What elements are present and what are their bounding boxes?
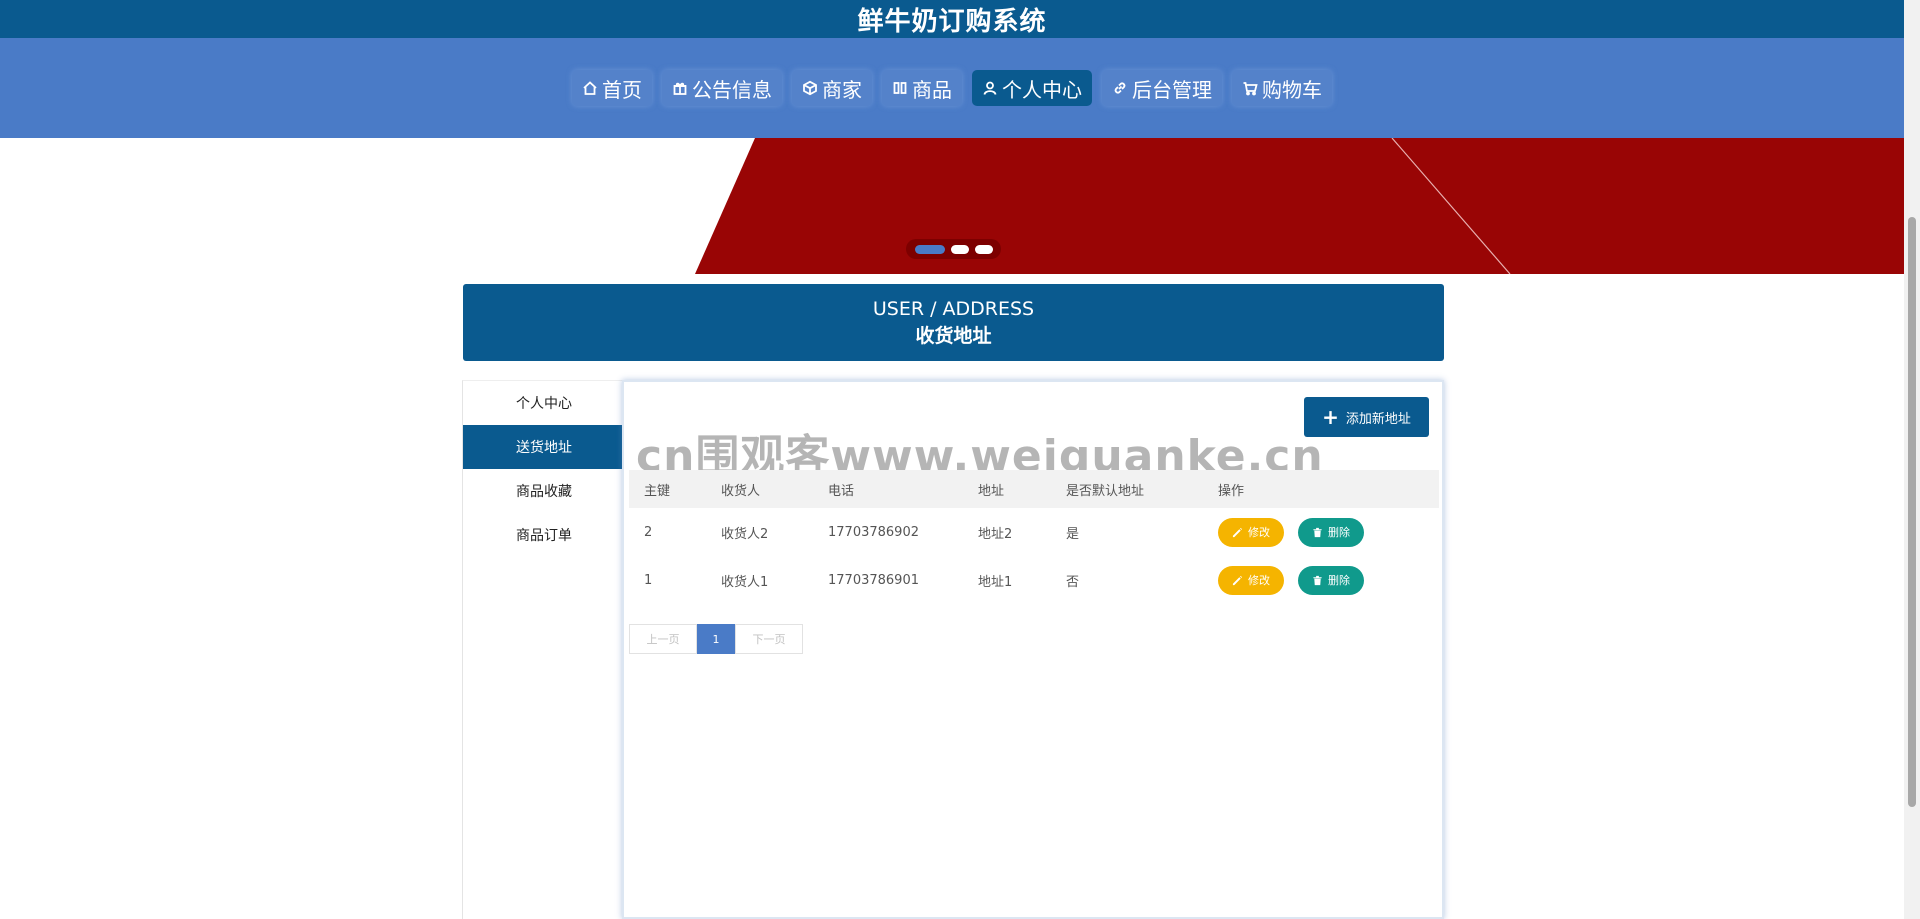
nav-item-cart[interactable]: 购物车 [1232,70,1332,106]
address-table: 主键 收货人 电话 地址 是否默认地址 操作 2 收货人2 1770378690… [629,470,1439,604]
carousel-dot-2[interactable] [950,244,969,254]
edit-label: 修改 [1248,574,1270,587]
cart-icon [1243,82,1258,96]
cell-id: 1 [644,572,653,588]
scrollbar-thumb[interactable] [1908,217,1916,807]
trash-icon [1313,575,1322,585]
carousel-dot-1[interactable] [914,244,945,254]
pencil-icon [1232,575,1243,585]
column-header: 电话 [813,470,963,508]
cell-phone: 17703786902 [828,524,919,540]
cube-icon [803,80,817,96]
cell-name: 收货人2 [721,526,769,542]
nav-label: 个人中心 [1002,77,1082,102]
nav-label: 商品 [912,77,952,102]
cell-name: 收货人1 [721,574,769,590]
side-item-orders[interactable]: 商品订单 [463,513,623,557]
section-title-en: USER / ADDRESS [872,297,1035,320]
page-number-current[interactable]: 1 [697,624,735,654]
prev-page-button[interactable]: 上一页 [629,624,697,654]
side-item-user-center[interactable]: 个人中心 [463,381,623,425]
add-address-button[interactable]: + 添加新地址 [1304,397,1429,437]
cell-id: 2 [644,524,653,540]
nav-item-notice[interactable]: 公告信息 [662,70,782,106]
add-address-label: 添加新地址 [1345,411,1411,427]
nav-label: 公告信息 [692,77,772,102]
user-icon [983,81,997,95]
address-panel: cn围观客www.weiguanke.cn + 添加新地址 主键 收货人 电话 … [622,380,1444,919]
cell-phone: 17703786901 [828,572,919,588]
carousel-dot-3[interactable] [974,244,993,254]
section-header: USER / ADDRESS 收货地址 [463,284,1444,361]
nav-label: 后台管理 [1132,77,1212,102]
side-item-favorites[interactable]: 商品收藏 [463,469,623,513]
nav-item-home[interactable]: 首页 [572,70,652,106]
table-row: 1 收货人1 17703786901 地址1 否 修改 删除 [629,556,1439,604]
table-header-row: 主键 收货人 电话 地址 是否默认地址 操作 [629,470,1439,508]
edit-button[interactable]: 修改 [1218,565,1284,595]
top-bar: 鲜牛奶订购系统 [0,0,1904,38]
section-title-cn: 收货地址 [915,324,992,347]
cell-address: 地址1 [978,574,1013,590]
pencil-icon [1232,527,1243,537]
site-title: 鲜牛奶订购系统 [857,6,1047,37]
nav-item-admin[interactable]: 后台管理 [1102,70,1222,106]
link-icon [1114,82,1126,94]
side-item-address[interactable]: 送货地址 [463,425,623,469]
column-header: 是否默认地址 [1051,470,1203,508]
plus-icon: + [1322,405,1339,429]
edit-button[interactable]: 修改 [1218,517,1284,547]
banner-carousel [0,138,1904,274]
cell-actions: 修改 删除 [1203,508,1439,556]
table-row: 2 收货人2 17703786902 地址2 是 修改 删除 [629,508,1439,556]
delete-label: 删除 [1328,526,1350,539]
trash-icon [1313,527,1322,537]
delete-label: 删除 [1328,574,1350,587]
pagination: 上一页 1 下一页 [629,624,803,654]
cell-actions: 修改 删除 [1203,556,1439,604]
nav-item-user-center[interactable]: 个人中心 [972,70,1092,106]
edit-label: 修改 [1248,526,1270,539]
cell-default: 否 [1066,574,1080,590]
home-icon [583,81,597,95]
nav-label: 购物车 [1262,77,1322,102]
nav-item-goods[interactable]: 商品 [882,70,962,106]
nav-label: 商家 [822,77,862,102]
column-header: 主键 [629,470,706,508]
delete-button[interactable]: 删除 [1298,517,1364,547]
column-header: 收货人 [706,470,813,508]
cell-default: 是 [1066,526,1080,542]
side-menu: 个人中心 送货地址 商品收藏 商品订单 [462,380,623,919]
cell-address: 地址2 [978,526,1013,542]
page-scrollbar[interactable] [1904,0,1920,919]
nav-item-merchant[interactable]: 商家 [792,70,872,106]
columns-icon [893,82,907,94]
carousel-dots [906,239,1001,259]
column-header: 地址 [963,470,1051,508]
column-header: 操作 [1203,470,1439,508]
gift-icon [673,82,687,95]
delete-button[interactable]: 删除 [1298,565,1364,595]
main-nav: 首页 公告信息 商家 商品 个人中心 后台管理 购物车 [0,38,1904,138]
nav-label: 首页 [602,77,642,102]
next-page-button[interactable]: 下一页 [735,624,803,654]
